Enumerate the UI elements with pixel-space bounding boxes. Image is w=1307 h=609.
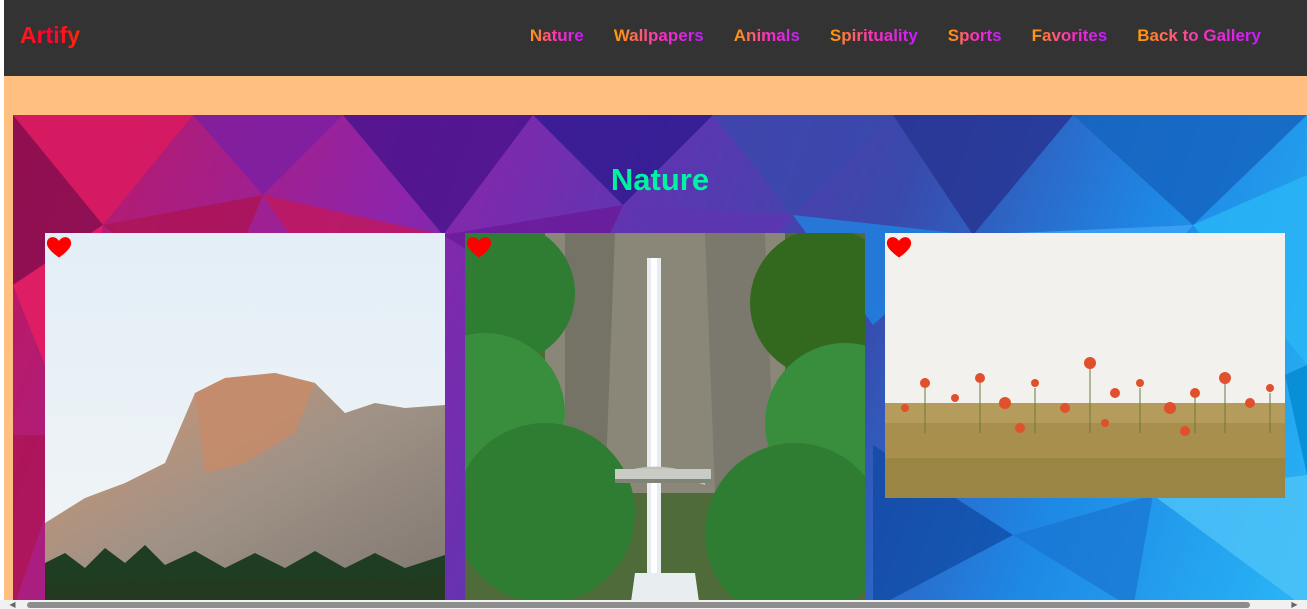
heart-icon[interactable] [885, 233, 913, 261]
nav-links: Nature Wallpapers Animals Spirituality S… [530, 26, 1261, 46]
brand-logo[interactable]: Artify [20, 22, 80, 49]
nav-link-spirituality[interactable]: Spirituality [830, 26, 918, 46]
nav-link-wallpapers[interactable]: Wallpapers [614, 26, 704, 46]
nav-link-back-to-gallery[interactable]: Back to Gallery [1137, 26, 1261, 46]
top-navbar: Artify Nature Wallpapers Animals Spiritu… [4, 0, 1307, 76]
waterfall-bridge-image [465, 233, 865, 609]
scroll-left-arrow-icon[interactable]: ◀ [8, 600, 17, 609]
nav-link-sports[interactable]: Sports [948, 26, 1002, 46]
gallery-card-poppies[interactable] [885, 233, 1285, 498]
nav-link-nature[interactable]: Nature [530, 26, 584, 46]
half-dome-mountain-image [45, 233, 445, 609]
section-title: Nature [13, 162, 1307, 198]
poppy-field-image [885, 233, 1285, 498]
nav-link-favorites[interactable]: Favorites [1032, 26, 1108, 46]
gallery-card-waterfall[interactable] [465, 233, 865, 609]
heart-icon[interactable] [45, 233, 73, 261]
nav-link-animals[interactable]: Animals [734, 26, 800, 46]
gallery-section: Nature [13, 115, 1307, 609]
heart-icon[interactable] [465, 233, 493, 261]
horizontal-scrollbar[interactable]: ◀ ▶ [0, 600, 1307, 609]
scrollbar-thumb[interactable] [27, 602, 1250, 608]
gallery-card-mountain[interactable] [45, 233, 445, 609]
scroll-right-arrow-icon[interactable]: ▶ [1290, 600, 1299, 609]
